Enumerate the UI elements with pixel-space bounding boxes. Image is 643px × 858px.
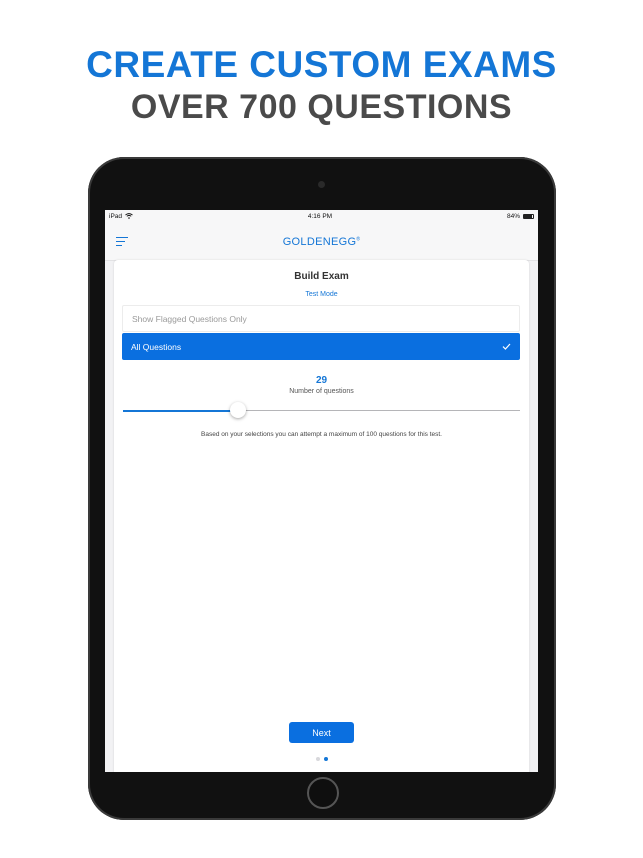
page-dot xyxy=(315,757,320,761)
front-camera xyxy=(318,181,325,188)
battery-icon xyxy=(523,214,534,219)
home-button[interactable] xyxy=(307,777,339,809)
slider-fill xyxy=(123,410,239,412)
question-count-label: Number of questions xyxy=(289,388,354,395)
page-indicator xyxy=(114,757,529,761)
checkmark-icon xyxy=(502,342,511,352)
headline-secondary: OVER 700 QUESTIONS xyxy=(130,88,513,126)
navigation-bar: GOLDENEGG® xyxy=(105,223,538,261)
status-bar: iPad 4:16 PM 84% xyxy=(105,210,538,223)
device-name: iPad xyxy=(109,213,123,220)
option-label: Show Flagged Questions Only xyxy=(132,313,247,324)
battery-fill xyxy=(524,215,532,218)
battery-percent: 84% xyxy=(506,213,520,220)
option-all-questions[interactable]: All Questions xyxy=(122,333,520,360)
option-label: All Questions xyxy=(131,341,182,352)
max-questions-info: Based on your selections you can attempt… xyxy=(201,431,442,438)
brand-logo: GOLDENEGG® xyxy=(105,236,538,248)
status-time: 4:16 PM xyxy=(307,213,333,220)
option-flagged-questions[interactable]: Show Flagged Questions Only xyxy=(122,305,520,332)
slider-thumb[interactable] xyxy=(230,402,247,418)
page-dot xyxy=(323,757,328,761)
next-button[interactable]: Next xyxy=(289,722,354,743)
brand-trademark: ® xyxy=(356,236,361,243)
app-screen: iPad 4:16 PM 84% GOLDENEGG® Build Exam T… xyxy=(105,210,538,772)
build-exam-card: Build Exam Test Mode Show Flagged Questi… xyxy=(114,260,529,772)
headline-primary: CREATE CUSTOM EXAMS xyxy=(86,44,557,85)
question-count-slider[interactable] xyxy=(123,402,520,420)
card-title: Build Exam xyxy=(294,271,349,282)
brand-name: GOLDENEGG xyxy=(282,236,357,248)
question-count: 29 xyxy=(315,375,328,386)
test-mode-link[interactable]: Test Mode xyxy=(114,291,529,298)
wifi-icon xyxy=(125,212,133,221)
